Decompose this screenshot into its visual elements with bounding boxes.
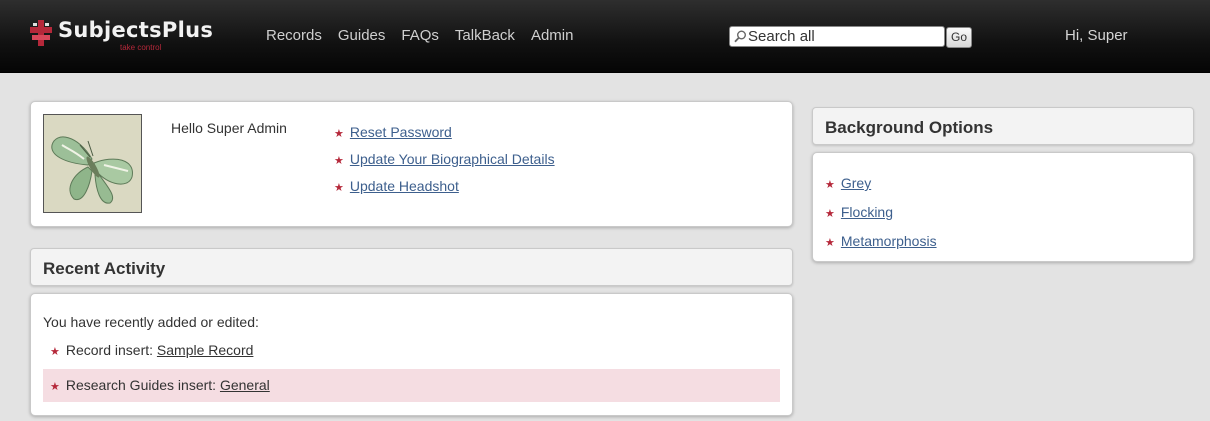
profile-links: ★ Reset Password ★ Update Your Biographica… [334,120,555,201]
logo-icon [30,20,52,46]
background-option: ★ Grey [825,170,937,199]
recent-activity-title: Recent Activity [43,259,166,278]
star-icon: ★ [334,182,344,194]
recent-item-link[interactable]: Sample Record [157,342,254,358]
search-go-button[interactable]: Go [946,27,972,48]
recent-item: ★ Research Guides insert: General [43,369,780,402]
hello-message: Hello Super Admin [171,120,287,136]
logo-text: SubjectsPlus [58,18,214,42]
nav-admin[interactable]: Admin [531,27,574,44]
star-icon: ★ [825,208,835,220]
background-options-title: Background Options [825,118,994,137]
background-options-list: ★ Grey ★ Flocking ★ Metamorphosis [825,170,937,257]
background-options-header: Background Options [812,107,1194,145]
headshot-image [43,114,142,213]
profile-link-item: ★ Update Your Biographical Details [334,147,555,174]
background-options-panel: ★ Grey ★ Flocking ★ Metamorphosis [812,152,1194,262]
star-icon: ★ [825,237,835,249]
profile-link-item: ★ Reset Password [334,120,555,147]
profile-link-item: ★ Update Headshot [334,174,555,201]
user-greeting: Hi, Super [1065,27,1128,44]
update-headshot-link[interactable]: Update Headshot [350,178,459,194]
moth-illustration [44,115,141,212]
recent-item-link[interactable]: General [220,377,270,393]
search-icon [734,30,746,43]
nav-faqs[interactable]: FAQs [401,27,439,44]
nav-records[interactable]: Records [266,27,322,44]
reset-password-link[interactable]: Reset Password [350,124,452,140]
star-icon: ★ [334,155,344,167]
profile-panel: Hello Super Admin ★ Reset Password ★ Updat… [30,101,793,227]
logo-tagline: take control [120,43,162,52]
star-icon: ★ [334,128,344,140]
recent-item: ★ Record insert: Sample Record [43,334,780,367]
nav-talkback[interactable]: TalkBack [455,27,515,44]
search-input[interactable] [748,28,940,45]
background-option: ★ Flocking [825,199,937,228]
background-option-grey[interactable]: Grey [841,175,871,191]
recent-activity-header: Recent Activity [30,248,793,286]
nav-guides[interactable]: Guides [338,27,386,44]
background-option: ★ Metamorphosis [825,228,937,257]
main-nav: Records Guides FAQs TalkBack Admin [266,27,589,44]
recent-item-prefix: Record insert: [65,342,154,358]
update-bio-link[interactable]: Update Your Biographical Details [350,151,555,167]
background-option-metamorphosis[interactable]: Metamorphosis [841,233,937,249]
star-icon: ★ [825,179,835,191]
star-icon: ★ [50,346,60,358]
recent-item-prefix: Research Guides insert: [65,377,217,393]
search-box [729,26,945,47]
recent-intro-text: You have recently added or edited: [43,314,259,330]
star-icon: ★ [50,381,60,393]
top-navigation-bar: SubjectsPlus take control Records Guides F… [0,0,1210,73]
recent-activity-panel: You have recently added or edited: ★ Reco… [30,293,793,416]
background-option-flocking[interactable]: Flocking [841,204,893,220]
